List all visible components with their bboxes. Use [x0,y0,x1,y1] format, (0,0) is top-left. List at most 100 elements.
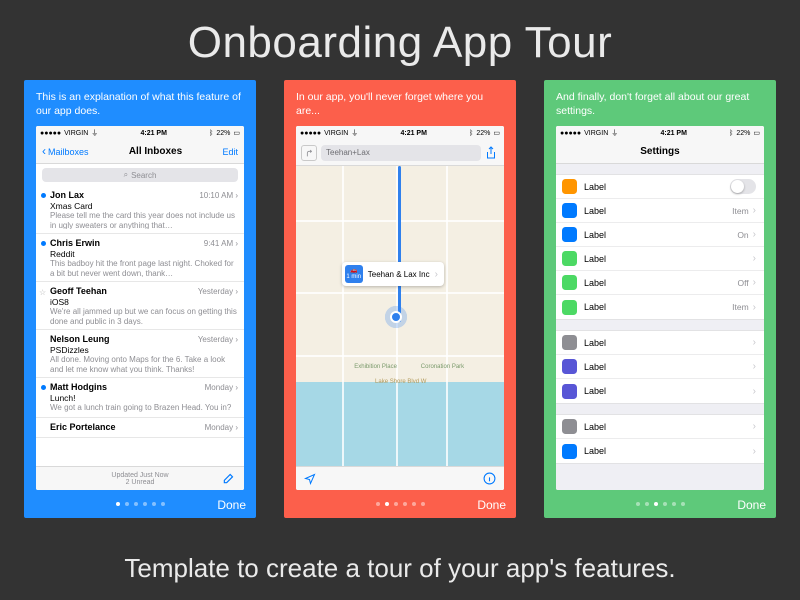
page-dot[interactable] [385,502,389,506]
mail-row[interactable]: Eric PortelanceMonday › [36,418,244,438]
chevron-right-icon: › [753,421,756,432]
page-dot[interactable] [161,502,165,506]
phone-mockup-mail: ●●●●● VIRGIN ⏚ 4:21 PM ᛒ 22% ▭ Mailboxes… [36,126,244,490]
maps-navbar: Teehan+Lax [296,140,504,166]
done-button[interactable]: Done [217,498,246,512]
mail-list[interactable]: Jon Lax10:10 AM ›Xmas CardPlease tell me… [36,186,244,466]
settings-label: Label [584,278,737,288]
battery-label: 22% [216,130,230,137]
page-dot[interactable] [654,502,658,506]
mail-row[interactable]: Nelson LeungYesterday ›PSDizzlesAll done… [36,330,244,378]
mail-time: Monday › [205,423,238,432]
compose-icon [222,471,236,485]
page-dots[interactable] [376,502,425,506]
search-input[interactable]: ⌕ Search [42,168,238,182]
settings-row[interactable]: LabelItem› [556,295,764,319]
page-dot[interactable] [681,502,685,506]
callout-title: Teehan & Lax Inc [368,270,430,279]
status-bar: ●●●●● VIRGIN ⏚ 4:21 PM ᛒ 22% ▭ [296,126,504,140]
settings-label: Label [584,230,737,240]
chevron-right-icon: › [753,229,756,240]
compose-button[interactable] [222,471,236,485]
page-dot[interactable] [376,502,380,506]
settings-row[interactable]: LabelOn› [556,223,764,247]
signal-dots-icon: ●●●●● [300,130,321,137]
mail-row[interactable]: Jon Lax10:10 AM ›Xmas CardPlease tell me… [36,186,244,234]
status-bar: ●●●●● VIRGIN ⏚ 4:21 PM ᛒ 22% ▭ [36,126,244,140]
share-button[interactable] [485,146,499,160]
done-button[interactable]: Done [737,498,766,512]
settings-row[interactable]: Label› [556,355,764,379]
mail-toolbar: Updated Just Now 2 Unread [36,466,244,490]
page-dot[interactable] [421,502,425,506]
settings-row[interactable]: Label› [556,415,764,439]
panel-blurb: This is an explanation of what this feat… [36,90,244,120]
settings-group: Label›Label›Label› [556,330,764,404]
page-dot[interactable] [645,502,649,506]
settings-row[interactable]: LabelItem› [556,199,764,223]
status-bar: ●●●●● VIRGIN ⏚ 4:21 PM ᛒ 22% ▭ [556,126,764,140]
mail-row[interactable]: Chris Erwin9:41 AM ›RedditThis badboy hi… [36,234,244,282]
map-callout[interactable]: 🚗 1 min Teehan & Lax Inc › [342,262,444,286]
maps-toolbar [296,466,504,490]
settings-value: Item [732,206,749,216]
settings-list[interactable]: LabelLabelItem›LabelOn›Label›LabelOff›La… [556,164,764,490]
settings-value: Item [732,302,749,312]
settings-row[interactable]: Label [556,175,764,199]
page-dot[interactable] [125,502,129,506]
page-dot[interactable] [403,502,407,506]
mail-preview: Please tell me the card this year does n… [50,211,238,229]
back-button[interactable]: Mailboxes [42,147,89,157]
settings-app-icon [562,251,577,266]
settings-label: Label [584,362,753,372]
settings-row[interactable]: Label› [556,331,764,355]
page-dot[interactable] [412,502,416,506]
current-location-icon [383,304,409,330]
settings-row[interactable]: Label› [556,379,764,403]
back-label: Mailboxes [48,147,89,157]
page-dot[interactable] [116,502,120,506]
unread-count: 2 Unread [126,479,155,486]
settings-navbar: Settings [556,140,764,164]
page-dots[interactable] [116,502,165,506]
settings-row[interactable]: Label› [556,439,764,463]
toggle-switch[interactable] [730,179,756,194]
mail-subject: iOS8 [50,297,238,307]
page-dots[interactable] [636,502,685,506]
info-button[interactable] [483,472,496,485]
share-icon [485,146,497,160]
settings-row[interactable]: Label› [556,247,764,271]
settings-app-icon [562,384,577,399]
done-button[interactable]: Done [477,498,506,512]
mail-preview: All done. Moving onto Maps for the 6. Ta… [50,355,238,373]
onboarding-panel-mail: This is an explanation of what this feat… [24,80,256,518]
panel-footer [36,490,244,518]
directions-button[interactable] [301,145,317,161]
settings-app-icon [562,419,577,434]
settings-label: Label [584,446,753,456]
panel-blurb: In our app, you'll never forget where yo… [296,90,504,120]
edit-button[interactable]: Edit [222,147,238,157]
settings-app-icon [562,300,577,315]
mail-row[interactable]: Matt HodginsMonday ›Lunch!We got a lunch… [36,378,244,418]
page-dot[interactable] [672,502,676,506]
page-dot[interactable] [143,502,147,506]
locate-button[interactable] [304,473,316,485]
carrier-label: VIRGIN [64,130,88,137]
settings-label: Label [584,182,730,192]
chevron-left-icon [42,147,46,157]
maps-search-input[interactable]: Teehan+Lax [321,145,481,161]
settings-label: Label [584,386,753,396]
settings-label: Label [584,206,732,216]
page-dot[interactable] [394,502,398,506]
map-canvas[interactable]: 🚗 1 min Teehan & Lax Inc › Exhibition Pl… [296,166,504,466]
clock: 4:21 PM [660,130,686,137]
mail-subject: Xmas Card [50,201,238,211]
page-dot[interactable] [663,502,667,506]
mail-row[interactable]: ☆Geoff TeehanYesterday ›iOS8We're all ja… [36,282,244,330]
settings-row[interactable]: LabelOff› [556,271,764,295]
phone-mockup-maps: ●●●●● VIRGIN ⏚ 4:21 PM ᛒ 22% ▭ Teehan+La… [296,126,504,490]
page-dot[interactable] [636,502,640,506]
page-dot[interactable] [152,502,156,506]
page-dot[interactable] [134,502,138,506]
